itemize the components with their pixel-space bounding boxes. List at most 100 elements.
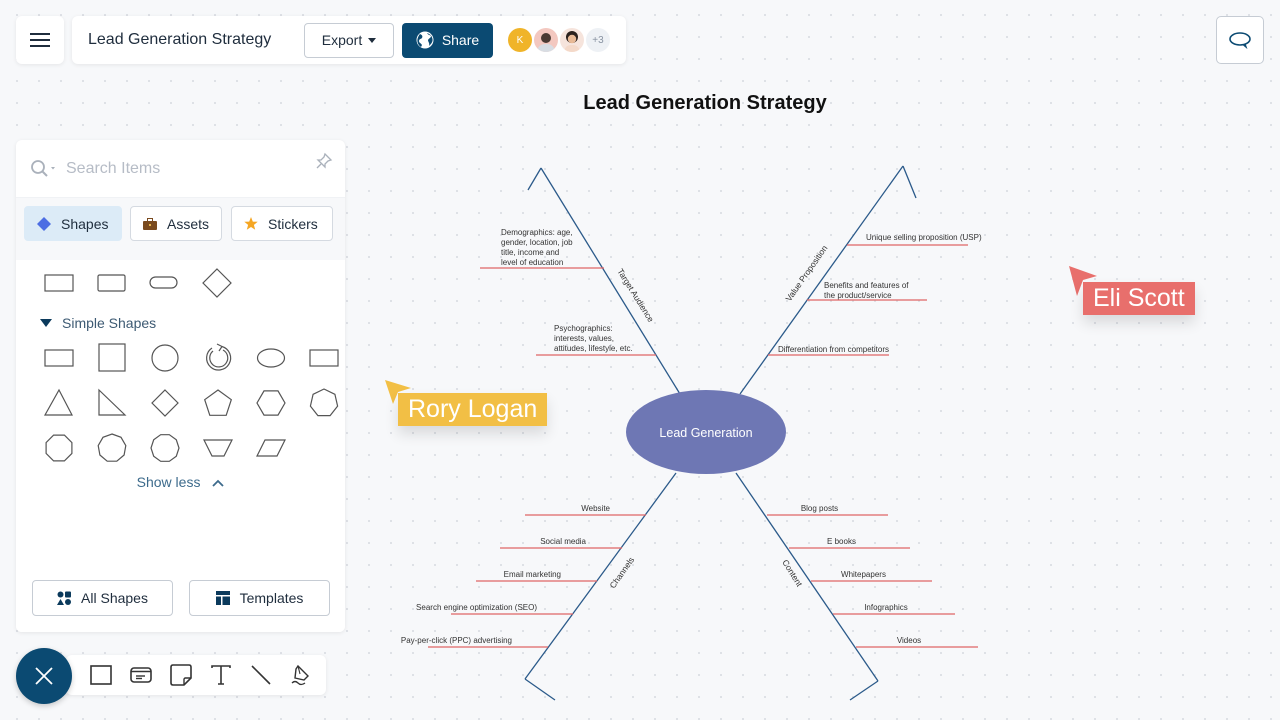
shape-heptagon[interactable] — [304, 385, 344, 421]
sticky-note-tool[interactable] — [168, 662, 194, 688]
shape-ellipse[interactable] — [251, 340, 291, 376]
spine-target-audience — [540, 167, 681, 395]
show-less-label: Show less — [136, 474, 201, 490]
all-shapes-label: All Shapes — [81, 590, 148, 606]
shape-trapezoid[interactable] — [198, 430, 238, 466]
shape-cycle[interactable] — [198, 340, 238, 376]
document-title[interactable]: Lead Generation Strategy — [88, 31, 304, 49]
ellipse-shape-icon — [256, 348, 286, 368]
pentagon-shape-icon — [203, 389, 233, 416]
rectangle-shape-icon — [44, 274, 74, 292]
shape-right-triangle[interactable] — [92, 385, 132, 421]
more-collaborators-badge[interactable]: +3 — [586, 28, 610, 52]
shape-octagon[interactable] — [39, 430, 79, 466]
pen-tool[interactable] — [288, 662, 314, 688]
share-button[interactable]: Share — [402, 22, 493, 58]
share-label: Share — [441, 32, 480, 48]
section-simple-shapes[interactable]: Simple Shapes — [40, 315, 156, 331]
shape-square[interactable] — [92, 340, 132, 376]
shape-rectangle[interactable] — [39, 265, 79, 301]
rounded-rectangle-shape-icon — [149, 276, 178, 289]
rib-label: Website — [581, 504, 610, 513]
rib-label: Social media — [540, 537, 586, 546]
shape-hexagon[interactable] — [251, 385, 291, 421]
octagon-shape-icon — [45, 434, 73, 462]
diamond-shape-icon — [151, 389, 179, 417]
spine-tip — [524, 678, 556, 701]
rib-label: Psychographics: interests, values, attitud… — [554, 324, 633, 353]
shape-triangle[interactable] — [39, 385, 79, 421]
shape-nonagon[interactable] — [92, 430, 132, 466]
show-less-button[interactable]: Show less — [16, 474, 345, 490]
rib-label: Whitepapers — [841, 570, 886, 579]
rib-label: Differentiation from competitors — [778, 345, 889, 354]
shape-diamond[interactable] — [197, 265, 237, 301]
branch-label-value-proposition: Value Proposition — [783, 243, 829, 303]
diagram-title[interactable]: Lead Generation Strategy — [0, 92, 1280, 115]
tab-assets[interactable]: Assets — [130, 206, 222, 241]
comments-button[interactable] — [1216, 16, 1264, 64]
templates-label: Templates — [239, 590, 304, 606]
person-photo-icon — [564, 31, 580, 52]
avatar[interactable] — [534, 28, 558, 52]
right-triangle-shape-icon — [98, 388, 127, 416]
export-button[interactable]: Export — [304, 22, 394, 58]
sticky-note-icon — [170, 664, 192, 686]
rectangle-icon — [90, 665, 112, 685]
card-tool[interactable] — [128, 662, 154, 688]
star-icon — [244, 216, 258, 230]
circle-shape-icon — [151, 344, 179, 372]
search-icon[interactable] — [30, 159, 56, 179]
shape-rectangle[interactable] — [39, 340, 79, 376]
shape-decagon[interactable] — [145, 430, 185, 466]
collaborators[interactable]: K +3 — [508, 28, 610, 52]
rib-label: Infographics — [864, 603, 908, 612]
decagon-shape-icon — [150, 434, 180, 462]
shape-pentagon[interactable] — [198, 385, 238, 421]
search-input[interactable]: Search Items — [66, 160, 160, 178]
avatar[interactable] — [560, 28, 584, 52]
rectangle-shape-icon — [44, 349, 74, 367]
tab-shapes[interactable]: Shapes — [24, 206, 122, 241]
hamburger-icon — [30, 33, 50, 47]
rectangle-wide-shape-icon — [309, 349, 339, 367]
avatar[interactable]: K — [508, 28, 532, 52]
text-tool[interactable] — [208, 662, 234, 688]
chevron-up-icon — [212, 479, 224, 487]
top-bar: Lead Generation Strategy Export Share K — [72, 16, 626, 64]
diamond-shape-icon — [202, 268, 232, 298]
close-toolbar-button[interactable] — [16, 648, 72, 704]
collaborator-cursor-label: Rory Logan — [398, 393, 548, 426]
rectangle-shape-icon — [97, 274, 126, 292]
templates-button[interactable]: Templates — [189, 580, 330, 616]
briefcase-icon — [143, 217, 157, 230]
tab-label: Stickers — [268, 215, 318, 232]
rib-label: Search engine optimization (SEO) — [416, 603, 537, 612]
shapes-list: Simple Shapes Show less All Shapes Templ… — [16, 260, 345, 632]
branch-label-target-audience: Target Audience — [615, 267, 656, 324]
center-node-label: Lead Generation — [659, 426, 752, 440]
comment-icon — [1229, 32, 1251, 49]
shape-parallelogram[interactable] — [251, 430, 291, 466]
search-bar[interactable]: Search Items — [16, 140, 345, 198]
tab-label: Assets — [166, 215, 209, 232]
rectangle-tool[interactable] — [88, 662, 114, 688]
collaborator-cursor-label: Eli Scott — [1083, 282, 1195, 315]
menu-button[interactable] — [16, 16, 64, 64]
rib-label: Videos — [897, 636, 921, 645]
section-title: Simple Shapes — [62, 315, 157, 331]
shape-diamond[interactable] — [145, 385, 185, 421]
person-photo-icon — [537, 33, 555, 52]
export-label: Export — [321, 32, 363, 48]
pin-icon[interactable] — [315, 152, 333, 170]
shape-rectangle[interactable] — [92, 265, 132, 301]
shape-circle[interactable] — [145, 340, 185, 376]
close-icon — [35, 667, 53, 685]
line-tool[interactable] — [248, 662, 274, 688]
shape-rectangle-wide[interactable] — [304, 340, 344, 376]
shape-rounded-rectangle[interactable] — [144, 265, 184, 301]
trapezoid-shape-icon — [203, 439, 233, 457]
all-shapes-button[interactable]: All Shapes — [32, 580, 173, 616]
tab-label: Shapes — [61, 215, 109, 232]
tab-stickers[interactable]: Stickers — [231, 206, 333, 241]
